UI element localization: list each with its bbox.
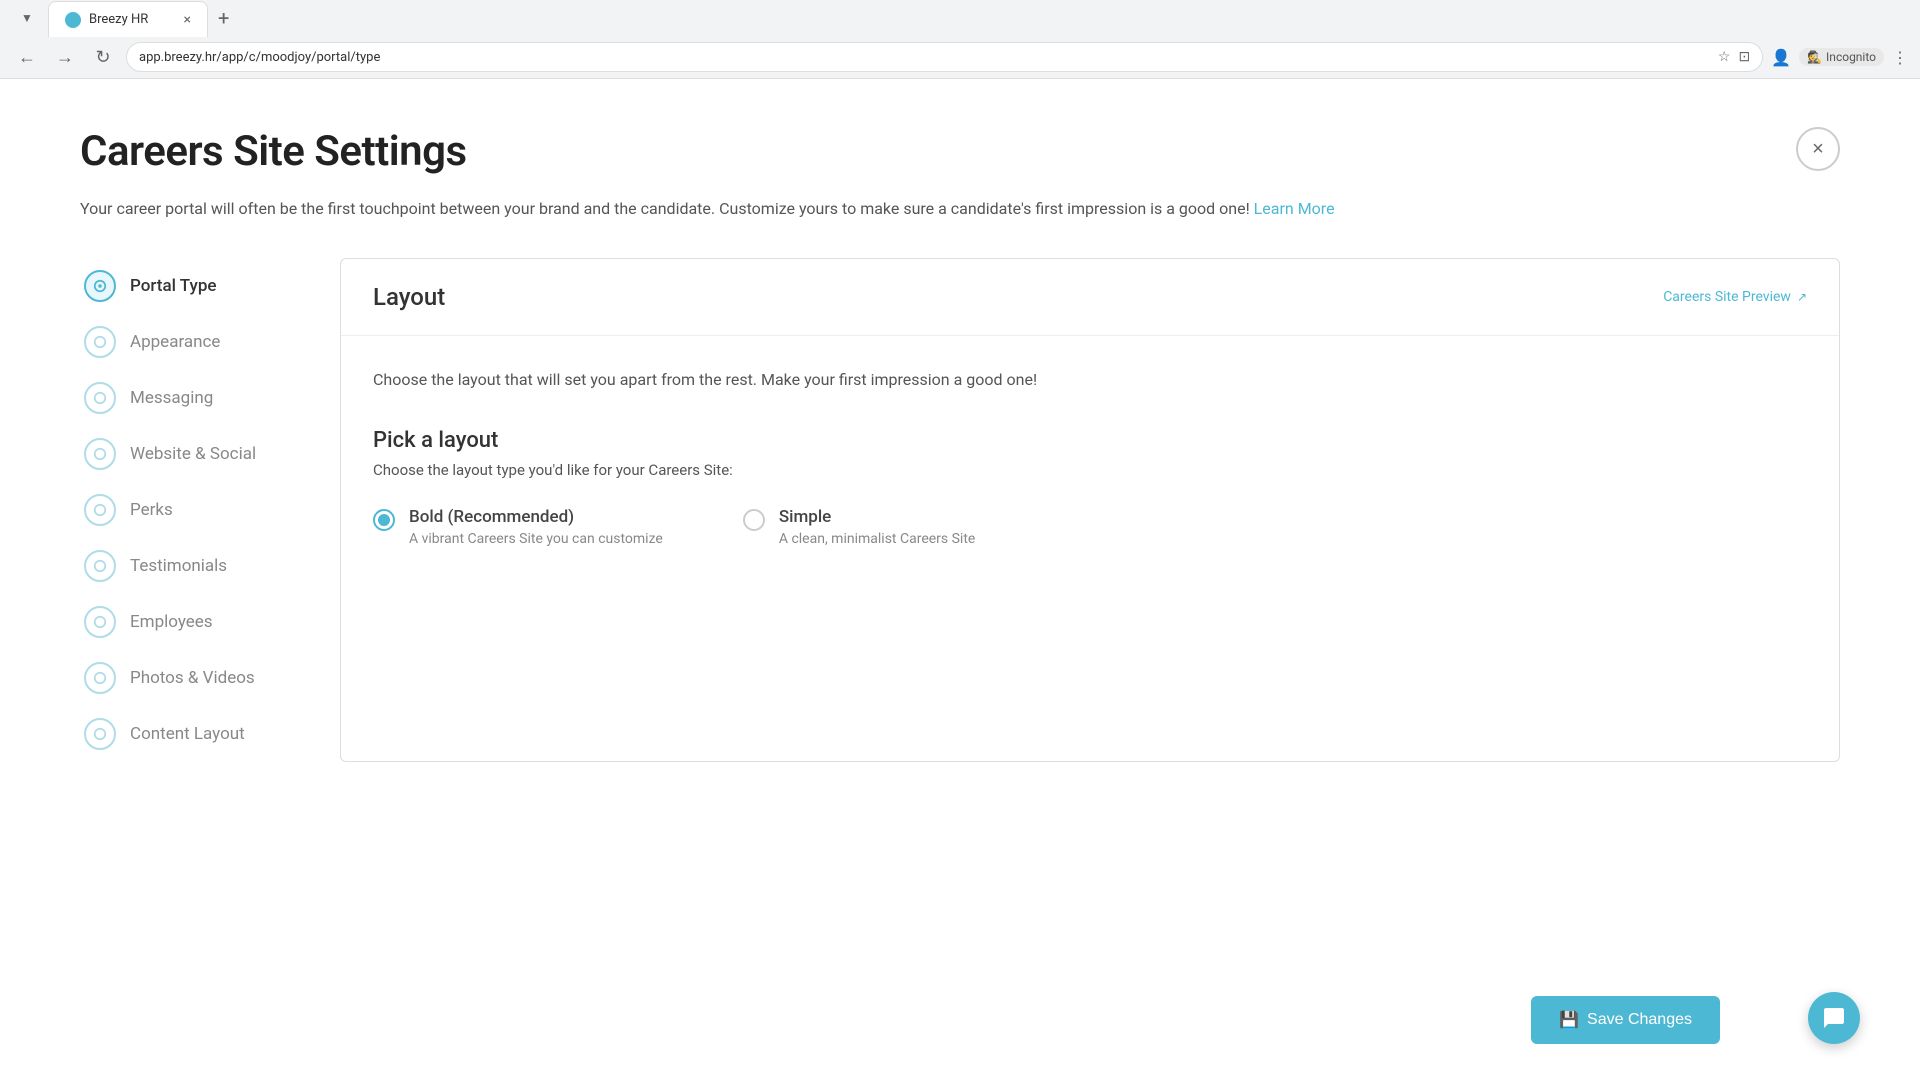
tab-close-btn[interactable]: × (184, 12, 191, 28)
incognito-icon: 🕵 (1807, 50, 1822, 64)
bookmark-icon[interactable]: ☆ (1718, 49, 1731, 65)
browser-actions: 👤 🕵 Incognito ⋮ (1771, 48, 1908, 67)
external-link-icon: ↗ (1797, 290, 1807, 304)
url-text: app.breezy.hr/app/c/moodjoy/portal/type (139, 50, 1718, 65)
extensions-icon[interactable]: ⊡ (1738, 49, 1750, 65)
save-icon: 💾 (1559, 1010, 1579, 1030)
tab-dropdown-btn[interactable]: ▼ (12, 3, 42, 33)
messaging-icon (84, 382, 116, 414)
sidebar-label-employees: Employees (130, 612, 213, 632)
tab-title: Breezy HR (89, 12, 148, 27)
option-bold-desc: A vibrant Careers Site you can customize (409, 531, 663, 547)
forward-btn[interactable]: → (50, 42, 80, 72)
save-btn-container: 💾 Save Changes (1531, 996, 1720, 1044)
main-content-panel: Layout Careers Site Preview ↗ Choose the… (340, 258, 1840, 762)
chat-button[interactable] (1808, 992, 1860, 1044)
layout-description: Choose the layout that will set you apar… (373, 368, 1807, 392)
address-bar[interactable]: app.breezy.hr/app/c/moodjoy/portal/type … (126, 42, 1763, 72)
address-icons: ☆ ⊡ (1718, 49, 1750, 65)
reload-btn[interactable]: ↻ (88, 42, 118, 72)
sidebar-label-perks: Perks (130, 500, 173, 520)
sidebar-label-testimonials: Testimonials (130, 556, 227, 576)
page-title: Careers Site Settings (80, 127, 467, 176)
sidebar-item-appearance[interactable]: Appearance (80, 314, 300, 370)
sidebar-label-messaging: Messaging (130, 388, 213, 408)
incognito-label: Incognito (1826, 50, 1876, 64)
appearance-icon (84, 326, 116, 358)
sidebar: Portal Type Appearance Messaging Website… (80, 258, 300, 762)
main-layout: Portal Type Appearance Messaging Website… (80, 258, 1840, 762)
content-layout-icon (84, 718, 116, 750)
menu-icon[interactable]: ⋮ (1892, 48, 1908, 67)
testimonials-icon (84, 550, 116, 582)
pick-layout-title: Pick a layout (373, 428, 1807, 453)
sidebar-item-photos-videos[interactable]: Photos & Videos (80, 650, 300, 706)
sidebar-item-employees[interactable]: Employees (80, 594, 300, 650)
back-btn[interactable]: ← (12, 42, 42, 72)
profile-icon[interactable]: 👤 (1771, 48, 1791, 67)
new-tab-btn[interactable]: + (208, 0, 239, 36)
page-description: Your career portal will often be the fir… (80, 196, 1840, 222)
page-header: Careers Site Settings × (80, 127, 1840, 176)
sidebar-label-appearance: Appearance (130, 332, 220, 352)
content-section-title: Layout (373, 283, 445, 311)
perks-icon (84, 494, 116, 526)
radio-bold-inner (378, 514, 390, 526)
sidebar-label-portal-type: Portal Type (130, 276, 217, 296)
learn-more-link[interactable]: Learn More (1254, 199, 1335, 218)
tab-bar: ▼ Breezy HR × + (0, 0, 1920, 36)
layout-options: Bold (Recommended) A vibrant Careers Sit… (373, 507, 1807, 547)
save-label: Save Changes (1587, 1011, 1692, 1029)
sidebar-label-content-layout: Content Layout (130, 724, 245, 744)
preview-link-text: Careers Site Preview (1663, 289, 1791, 305)
content-body: Choose the layout that will set you apar… (341, 336, 1839, 579)
website-social-icon (84, 438, 116, 470)
sidebar-label-website-social: Website & Social (130, 444, 256, 464)
careers-site-preview-link[interactable]: Careers Site Preview ↗ (1663, 289, 1807, 305)
address-bar-row: ← → ↻ app.breezy.hr/app/c/moodjoy/portal… (0, 36, 1920, 78)
option-bold-title: Bold (Recommended) (409, 507, 663, 527)
radio-bold[interactable] (373, 509, 395, 531)
sidebar-item-perks[interactable]: Perks (80, 482, 300, 538)
option-simple-info: Simple A clean, minimalist Careers Site (779, 507, 976, 547)
sidebar-item-content-layout[interactable]: Content Layout (80, 706, 300, 762)
content-header: Layout Careers Site Preview ↗ (341, 259, 1839, 336)
photos-videos-icon (84, 662, 116, 694)
employees-icon (84, 606, 116, 638)
close-button[interactable]: × (1796, 127, 1840, 171)
pick-layout-subtitle: Choose the layout type you'd like for yo… (373, 461, 1807, 479)
radio-simple[interactable] (743, 509, 765, 531)
option-simple-title: Simple (779, 507, 976, 527)
option-bold-info: Bold (Recommended) A vibrant Careers Sit… (409, 507, 663, 547)
layout-option-bold[interactable]: Bold (Recommended) A vibrant Careers Sit… (373, 507, 663, 547)
sidebar-item-website-social[interactable]: Website & Social (80, 426, 300, 482)
portal-type-icon (84, 270, 116, 302)
save-changes-button[interactable]: 💾 Save Changes (1531, 996, 1720, 1044)
sidebar-item-portal-type[interactable]: Portal Type (80, 258, 300, 314)
sidebar-item-testimonials[interactable]: Testimonials (80, 538, 300, 594)
incognito-badge: 🕵 Incognito (1799, 48, 1884, 66)
chat-icon (1822, 1006, 1846, 1030)
sidebar-label-photos-videos: Photos & Videos (130, 668, 255, 688)
page-content: Careers Site Settings × Your career port… (0, 79, 1920, 1039)
tab-favicon (65, 12, 81, 28)
sidebar-item-messaging[interactable]: Messaging (80, 370, 300, 426)
layout-option-simple[interactable]: Simple A clean, minimalist Careers Site (743, 507, 976, 547)
browser-chrome: ▼ Breezy HR × + ← → ↻ app.breezy.hr/app/… (0, 0, 1920, 79)
option-simple-desc: A clean, minimalist Careers Site (779, 531, 976, 547)
active-tab[interactable]: Breezy HR × (48, 1, 208, 37)
description-text: Your career portal will often be the fir… (80, 199, 1254, 218)
